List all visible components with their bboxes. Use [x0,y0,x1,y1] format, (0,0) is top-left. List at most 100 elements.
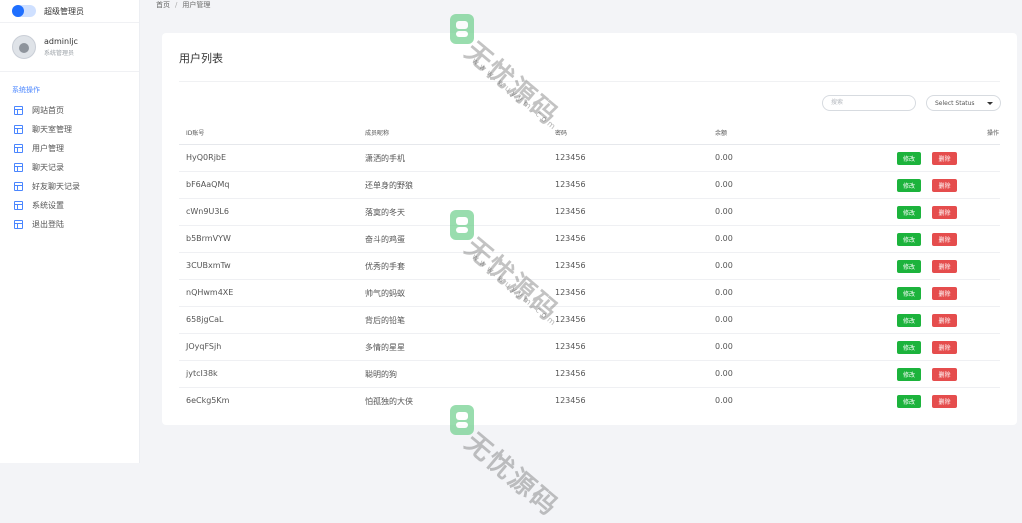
table-row: cWn9U3L6 落寞的冬天 123456 0.00 修改 删除 [179,199,1000,226]
cell-password: 123456 [555,342,586,351]
edit-button[interactable]: 修改 [897,260,921,273]
cell-balance: 0.00 [715,369,733,378]
sidebar-item-logout[interactable]: 退出登陆 [0,215,139,234]
cell-password: 123456 [555,369,586,378]
cell-id: 658jgCaL [186,315,224,324]
user-role: 系统管理员 [44,50,75,57]
cell-id: nQHwm4XE [186,288,234,297]
layout-icon [14,220,23,229]
delete-button[interactable]: 删除 [932,233,957,246]
delete-button[interactable]: 删除 [932,206,957,219]
layout-icon [14,182,23,191]
edit-button[interactable]: 修改 [897,152,921,165]
delete-button[interactable]: 删除 [932,152,957,165]
table-header: ID账号 成员昵称 密码 余额 操作 [179,119,1000,145]
breadcrumb: 首页 / 用户管理 [156,0,210,10]
edit-button[interactable]: 修改 [897,314,921,327]
layout-icon [14,163,23,172]
header-nickname: 成员昵称 [365,130,390,137]
brand-title: 超级管理员 [44,6,84,16]
cell-id: cWn9U3L6 [186,207,229,216]
cell-balance: 0.00 [715,396,733,405]
header-balance: 余额 [715,130,728,137]
sidebar-item-label: 用户管理 [32,144,64,153]
user-panel: adminljc 系统管理员 [0,23,139,72]
edit-button[interactable]: 修改 [897,206,921,219]
delete-button[interactable]: 删除 [932,179,957,192]
sidebar-item-home[interactable]: 网站首页 [0,101,139,120]
sidebar-item-label: 网站首页 [32,106,64,115]
cell-password: 123456 [555,396,586,405]
sidebar-item-settings[interactable]: 系统设置 [0,196,139,215]
breadcrumb-current: 用户管理 [182,1,211,9]
status-select[interactable]: Select Status [926,95,1001,111]
delete-button[interactable]: 删除 [932,287,957,300]
layout-icon [14,106,23,115]
page-title: 用户列表 [179,52,223,65]
cell-balance: 0.00 [715,234,733,243]
brand-bar: 超级管理员 [0,0,139,23]
edit-button[interactable]: 修改 [897,233,921,246]
cell-id: jytcI38k [186,369,218,378]
sidebar-item-label: 退出登陆 [32,220,64,229]
user-list-card: 用户列表 Select Status ID账号 成员昵称 密码 余额 操作 Hy… [162,33,1017,425]
delete-button[interactable]: 删除 [932,341,957,354]
edit-button[interactable]: 修改 [897,395,921,408]
edit-button[interactable]: 修改 [897,179,921,192]
edit-button[interactable]: 修改 [897,368,921,381]
avatar[interactable] [12,35,36,59]
cell-password: 123456 [555,153,586,162]
delete-button[interactable]: 删除 [932,314,957,327]
cell-nickname: 背后的铅笔 [365,316,405,325]
cell-nickname: 奋斗的鸡蛋 [365,235,405,244]
cell-nickname: 潇洒的手机 [365,154,405,163]
cell-password: 123456 [555,234,586,243]
cell-nickname: 聪明的狗 [365,370,397,379]
table-row: bF6AaQMq 还单身的野狼 123456 0.00 修改 删除 [179,172,1000,199]
cell-password: 123456 [555,315,586,324]
sidebar-item-chatroom[interactable]: 聊天室管理 [0,120,139,139]
status-select-value: Select Status [935,99,975,107]
table-row: jytcI38k 聪明的狗 123456 0.00 修改 删除 [179,361,1000,388]
search-input[interactable] [822,95,916,111]
sidebar-item-chat-records[interactable]: 聊天记录 [0,158,139,177]
breadcrumb-home[interactable]: 首页 [156,0,170,10]
cell-nickname: 怕孤独的大侠 [365,397,413,406]
menu-section-title: 系统操作 [12,86,40,94]
cell-id: HyQ0RjbE [186,153,227,162]
cell-nickname: 多情的星星 [365,343,405,352]
cell-balance: 0.00 [715,288,733,297]
sidebar: 超级管理员 adminljc 系统管理员 系统操作 网站首页 聊天室管理 用户管… [0,0,140,463]
user-avatar-icon [19,43,29,53]
sidebar-item-friend-chat-records[interactable]: 好友聊天记录 [0,177,139,196]
layout-icon [14,201,23,210]
cell-password: 123456 [555,207,586,216]
cell-password: 123456 [555,288,586,297]
cell-id: b5BrmVYW [186,234,231,243]
sidebar-item-label: 好友聊天记录 [32,182,80,191]
cell-password: 123456 [555,180,586,189]
delete-button[interactable]: 删除 [932,395,957,408]
sidebar-item-label: 系统设置 [32,201,64,210]
layout-icon [14,144,23,153]
edit-button[interactable]: 修改 [897,287,921,300]
cell-id: bF6AaQMq [186,180,230,189]
cell-nickname: 优秀的手套 [365,262,405,271]
sidebar-item-label: 聊天记录 [32,163,64,172]
table-row: 3CUBxmTw 优秀的手套 123456 0.00 修改 删除 [179,253,1000,280]
delete-button[interactable]: 删除 [932,260,957,273]
cell-balance: 0.00 [715,315,733,324]
cell-nickname: 帅气的蚂蚁 [365,289,405,298]
sidebar-toggle-icon[interactable] [12,5,36,17]
header-password: 密码 [555,130,568,137]
sidebar-item-users[interactable]: 用户管理 [0,139,139,158]
users-table: ID账号 成员昵称 密码 余额 操作 HyQ0RjbE 潇洒的手机 123456… [179,119,1000,414]
table-row: JOyqFSjh 多情的星星 123456 0.00 修改 删除 [179,334,1000,361]
table-row: b5BrmVYW 奋斗的鸡蛋 123456 0.00 修改 删除 [179,226,1000,253]
caret-down-icon [987,102,993,105]
cell-id: 3CUBxmTw [186,261,231,270]
table-row: 6eCkg5Km 怕孤独的大侠 123456 0.00 修改 删除 [179,388,1000,414]
edit-button[interactable]: 修改 [897,341,921,354]
sidebar-item-label: 聊天室管理 [32,125,72,134]
delete-button[interactable]: 删除 [932,368,957,381]
